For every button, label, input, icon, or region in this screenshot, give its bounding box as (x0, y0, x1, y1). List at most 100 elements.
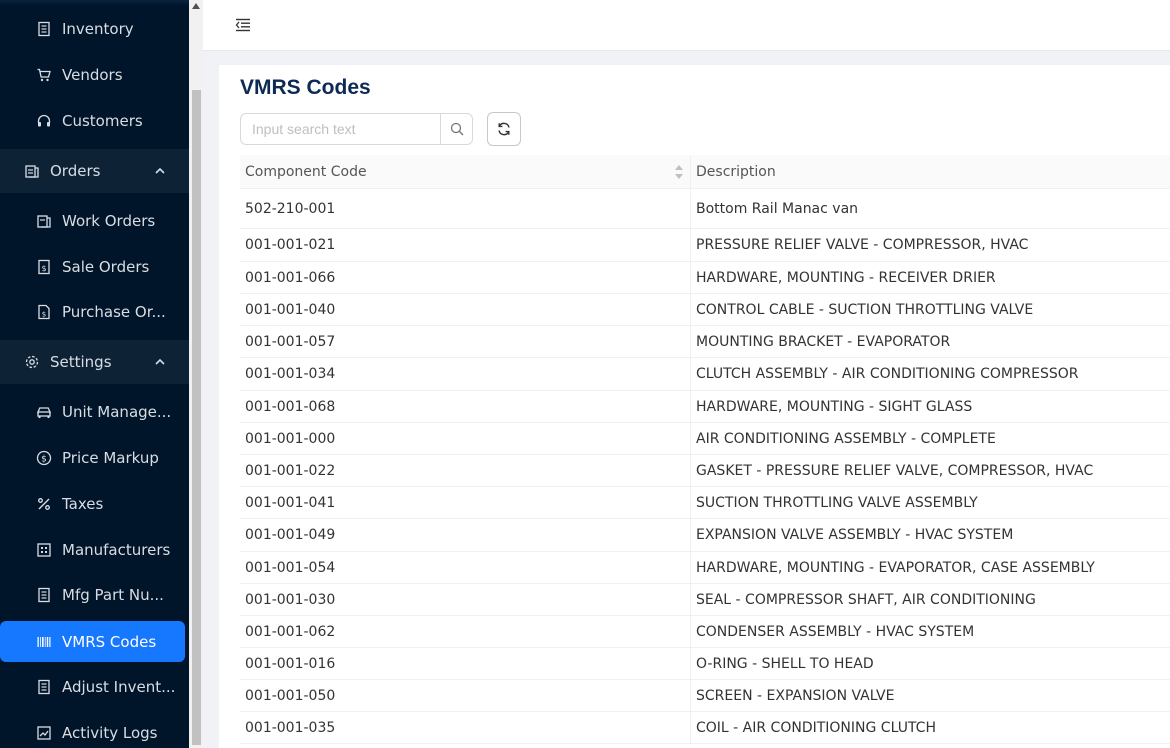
sidebar-item-sale-orders[interactable]: $ Sale Orders (0, 245, 189, 289)
chevron-up-icon (155, 358, 165, 365)
sidebar-item-label: Customers (62, 112, 143, 130)
sidebar-item-work-orders[interactable]: Work Orders (0, 199, 189, 243)
sidebar-item-activity-logs[interactable]: Activity Logs (0, 711, 189, 748)
sidebar-item-label: Adjust Invent... (62, 678, 176, 696)
sidebar-item-adjust-inventory[interactable]: Adjust Invent... (0, 665, 189, 709)
sidebar-item-mfg-part-numbers[interactable]: Mfg Part Nu... (0, 573, 189, 617)
sidebar-item-label: Price Markup (62, 449, 159, 467)
sidebar-group-label: Settings (50, 353, 112, 371)
description-cell: COIL - AIR CONDITIONING CLUTCH (696, 719, 936, 736)
table-row[interactable]: 001-001-022 GASKET - PRESSURE RELIEF VALV… (240, 455, 1170, 487)
sidebar-item-manufacturers[interactable]: Manufacturers (0, 528, 189, 572)
column-divider (690, 584, 691, 615)
sidebar-item-purchase-orders[interactable]: $ Purchase Or... (0, 290, 189, 334)
table-row[interactable]: 001-001-034 CLUTCH ASSEMBLY - AIR CONDITI… (240, 358, 1170, 391)
list-icon (38, 587, 50, 603)
dollar-icon: $ (36, 450, 52, 466)
sidebar-item-vmrs-codes[interactable]: VMRS Codes (0, 621, 185, 662)
table-row[interactable]: 001-001-066 HARDWARE, MOUNTING - RECEIVER… (240, 262, 1170, 294)
description-cell: EXPANSION VALVE ASSEMBLY - HVAC SYSTEM (696, 527, 1014, 543)
column-divider (690, 262, 691, 293)
description-cell: HARDWARE, MOUNTING - RECEIVER DRIER (696, 269, 996, 286)
sidebar-item-label: Work Orders (62, 212, 156, 230)
sidebar-item-label: Purchase Or... (62, 303, 166, 321)
component-code-cell: 001-001-034 (245, 366, 336, 382)
table-row[interactable]: 001-001-016 O-RING - SHELL TO HEAD (240, 648, 1170, 680)
sidebar-group-settings[interactable]: Settings (0, 340, 189, 384)
table-row[interactable]: 001-001-057 MOUNTING BRACKET - EVAPORATOR (240, 326, 1170, 358)
column-header-component-code[interactable]: Component Code (245, 155, 367, 189)
car-icon (37, 407, 51, 418)
sidebar-item-vendors[interactable]: Vendors (0, 53, 189, 97)
description-cell: SUCTION THROTTLING VALVE ASSEMBLY (696, 494, 978, 511)
sidebar-item-price-markup[interactable]: $ Price Markup (0, 436, 189, 480)
sidebar-item-inventory[interactable]: Inventory (0, 7, 189, 51)
column-divider (690, 229, 691, 261)
component-code-cell: 001-001-040 (245, 301, 336, 318)
sidebar-group-orders[interactable]: Orders (0, 149, 189, 193)
sidebar-item-label: Manufacturers (62, 541, 171, 559)
work-orders-icon (37, 215, 51, 228)
scroll-up-icon[interactable] (192, 3, 200, 9)
sidebar-item-label: Activity Logs (62, 724, 158, 742)
component-code-cell: 001-001-000 (245, 430, 336, 447)
search-input[interactable] (240, 113, 441, 145)
table-row[interactable]: 001-001-049 EXPANSION VALVE ASSEMBLY - HV… (240, 519, 1170, 552)
table-row[interactable]: 001-001-062 CONDENSER ASSEMBLY - HVAC SYS… (240, 616, 1170, 648)
component-code-cell: 001-001-057 (245, 333, 336, 350)
sidebar-item-unit-management[interactable]: Unit Manage... (0, 390, 189, 434)
refresh-button[interactable] (487, 112, 521, 146)
column-divider (690, 616, 691, 647)
menu-fold-icon[interactable] (235, 17, 251, 33)
description-cell: HARDWARE, MOUNTING - SIGHT GLASS (696, 398, 973, 415)
description-cell: GASKET - PRESSURE RELIEF VALVE, COMPRESS… (696, 462, 1094, 479)
sidebar-item-taxes[interactable]: Taxes (0, 482, 189, 526)
column-divider (690, 712, 691, 743)
description-cell: MOUNTING BRACKET - EVAPORATOR (696, 333, 951, 350)
table-row[interactable]: 001-001-041 SUCTION THROTTLING VALVE ASSE… (240, 487, 1170, 519)
adjust-icon (38, 679, 50, 695)
search-button[interactable] (440, 113, 473, 145)
description-cell: SCREEN - EXPANSION VALVE (696, 687, 895, 704)
column-divider (690, 326, 691, 357)
column-divider (690, 155, 691, 188)
content-card: VMRS Codes Component Code Description 50… (219, 65, 1170, 748)
table-row[interactable]: 001-001-021 PRESSURE RELIEF VALVE - COMPR… (240, 229, 1170, 262)
table-row[interactable]: 001-001-000 AIR CONDITIONING ASSEMBLY - C… (240, 423, 1170, 455)
table-row[interactable]: 001-001-054 HARDWARE, MOUNTING - EVAPORAT… (240, 552, 1170, 584)
table-row[interactable]: 001-001-040 CONTROL CABLE - SUCTION THROT… (240, 294, 1170, 326)
table-row[interactable]: 001-001-035 COIL - AIR CONDITIONING CLUTC… (240, 712, 1170, 744)
sidebar-item-label: Mfg Part Nu... (62, 586, 164, 604)
table-row[interactable]: 001-001-050 SCREEN - EXPANSION VALVE (240, 680, 1170, 712)
chevron-up-icon (155, 167, 165, 174)
sidebar-group-label: Orders (50, 162, 101, 180)
svg-text:$: $ (41, 455, 47, 465)
column-divider (690, 391, 691, 422)
sale-orders-icon: $ (38, 259, 50, 275)
column-divider (690, 189, 691, 228)
column-divider (690, 423, 691, 454)
component-code-cell: 502-210-001 (245, 200, 336, 217)
headset-icon (37, 114, 51, 127)
sidebar-top-shadow (0, 0, 189, 6)
percent-icon (38, 498, 50, 510)
scrollbar-thumb[interactable] (192, 90, 201, 745)
component-code-cell: 001-001-021 (245, 237, 336, 253)
column-divider (690, 680, 691, 711)
component-code-cell: 001-001-068 (245, 398, 336, 415)
column-divider (690, 294, 691, 325)
sort-icon[interactable] (673, 163, 685, 181)
column-divider (690, 648, 691, 679)
factory-icon (37, 543, 51, 557)
column-divider (690, 358, 691, 390)
page-title: VMRS Codes (240, 76, 371, 99)
table-row[interactable]: 001-001-030 SEAL - COMPRESSOR SHAFT, AIR … (240, 584, 1170, 616)
component-code-cell: 001-001-035 (245, 719, 336, 736)
table-row[interactable]: 502-210-001 Bottom Rail Manac van (240, 189, 1170, 229)
sidebar-item-label: Taxes (62, 495, 104, 513)
description-cell: CONTROL CABLE - SUCTION THROTTLING VALVE (696, 301, 1034, 318)
table-row[interactable]: 001-001-068 HARDWARE, MOUNTING - SIGHT GL… (240, 391, 1170, 423)
component-code-cell: 001-001-030 (245, 591, 336, 608)
sidebar-item-customers[interactable]: Customers (0, 99, 189, 143)
sidebar-scrollbar[interactable] (189, 0, 203, 748)
